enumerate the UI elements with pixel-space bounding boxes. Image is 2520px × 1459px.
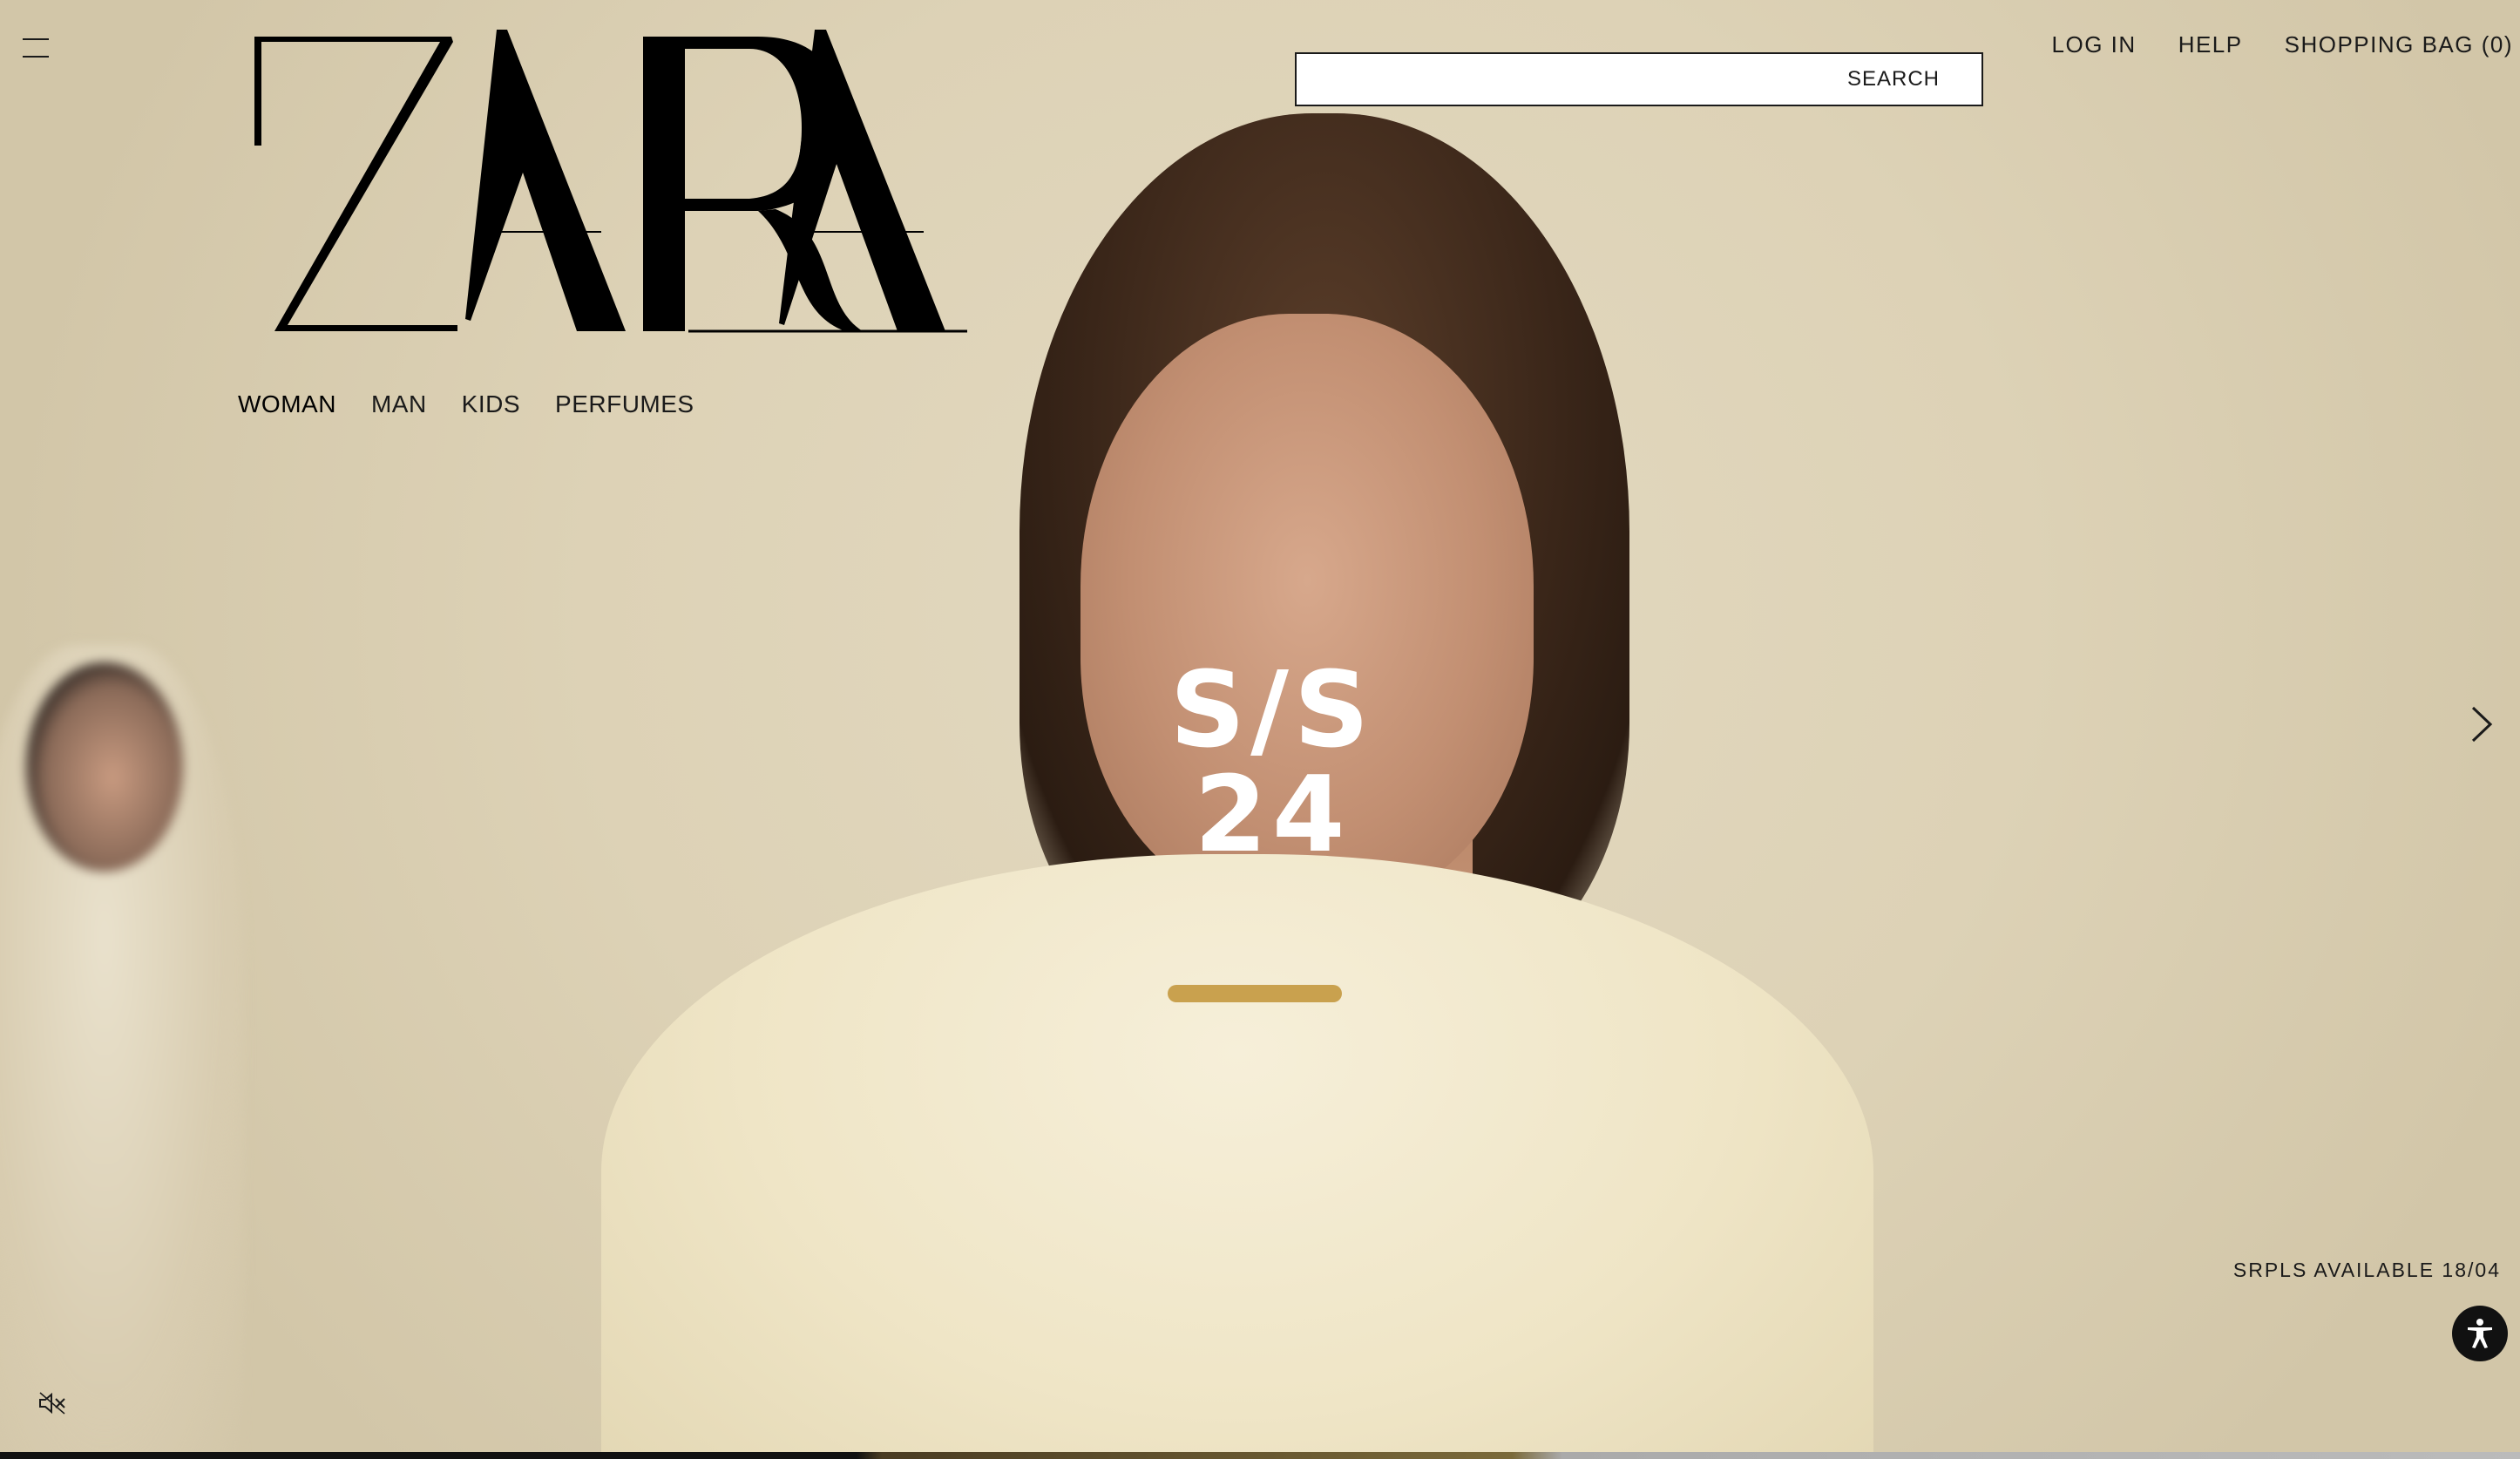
speaker-muted-icon[interactable] <box>38 1391 66 1415</box>
nav-item-kids[interactable]: KIDS <box>462 390 520 418</box>
accessibility-icon <box>2468 1319 2492 1348</box>
search-label: SEARCH <box>1846 67 1940 91</box>
chevron-right-icon[interactable] <box>2468 704 2494 744</box>
search-input[interactable]: SEARCH <box>1295 52 1983 106</box>
accessibility-button[interactable] <box>2452 1306 2508 1361</box>
nav-item-woman[interactable]: WOMAN <box>238 390 336 418</box>
nav-item-man[interactable]: MAN <box>371 390 427 418</box>
main-nav: WOMAN MAN KIDS PERFUMES <box>238 390 694 418</box>
model-shirt <box>601 854 1873 1454</box>
background-model <box>0 645 244 1454</box>
campaign-title[interactable]: S/S 24 <box>1098 659 1446 868</box>
shopping-bag-link[interactable]: SHOPPING BAG (0) <box>2285 31 2513 58</box>
nav-item-perfumes[interactable]: PERFUMES <box>555 390 694 418</box>
model-necklace <box>1168 985 1342 1002</box>
login-link[interactable]: LOG IN <box>2052 31 2137 58</box>
promo-text[interactable]: SRPLS AVAILABLE 18/04 <box>2233 1259 2501 1282</box>
help-link[interactable]: HELP <box>2178 31 2243 58</box>
video-progress-bar <box>0 1452 2520 1459</box>
zara-logo[interactable] <box>235 24 976 338</box>
header-links: LOG IN HELP SHOPPING BAG (0) <box>2052 31 2513 58</box>
menu-icon[interactable] <box>23 38 49 58</box>
